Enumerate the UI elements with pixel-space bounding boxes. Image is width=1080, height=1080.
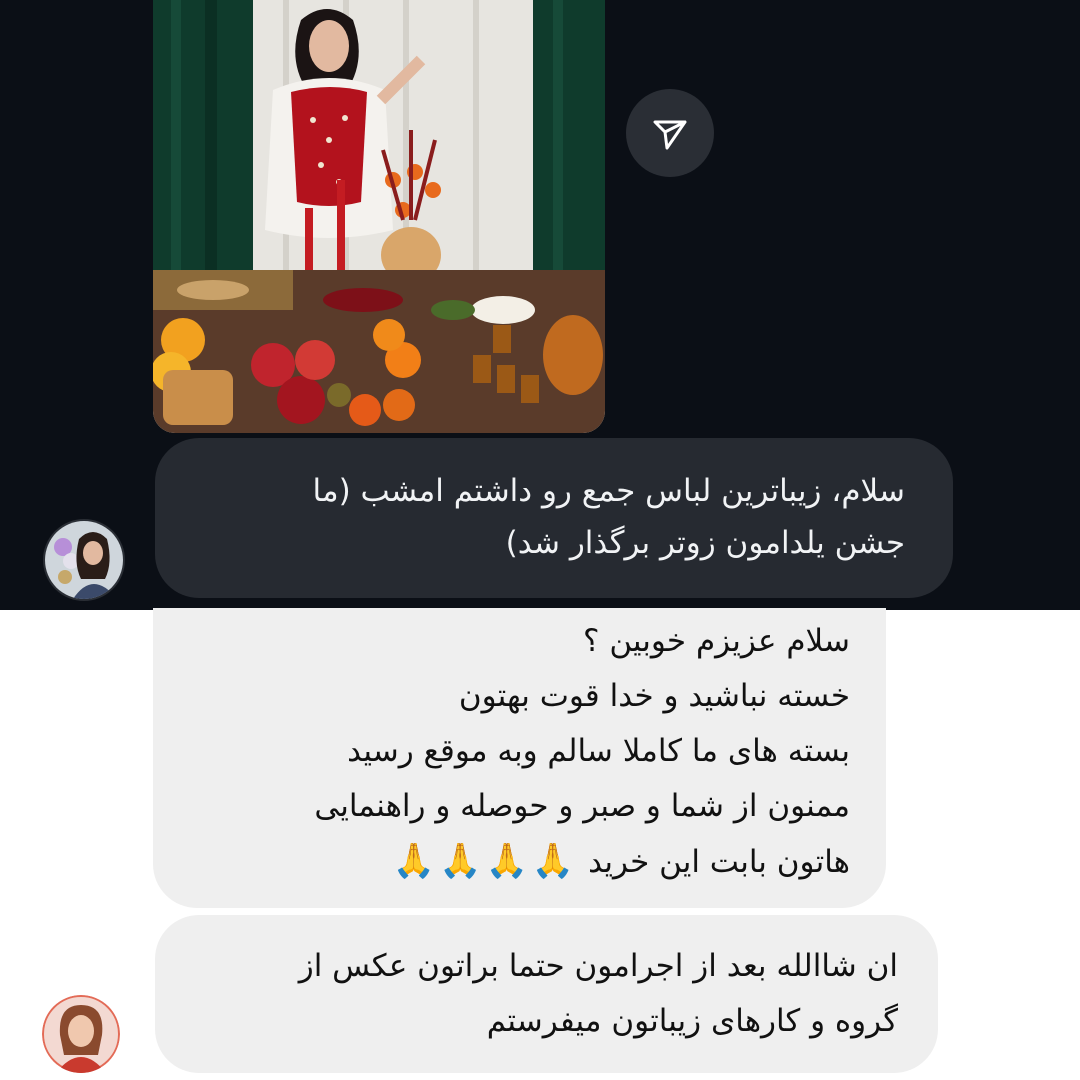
message-bubble[interactable]: سلام عزیزم خوبین ؟ خسته نباشید و خدا قوت… [153,608,886,908]
message-line: خسته نباشید و خدا قوت بهتون [458,678,850,714]
share-button[interactable] [626,89,714,177]
message-line: ممنون از شما و صبر و حوصله و راهنمایی [314,788,850,824]
message-line: ان شاالله بعد از اجرامون حتما براتون عکس… [298,948,898,984]
message-line: بسته های ما کاملا سالم وبه موقع رسید [347,733,850,769]
shared-photo[interactable] [153,0,605,433]
message-line: جشن یلدامون زوتر برگذار شد) [505,525,905,561]
message-line-text: هاتون بابت این خرید [588,844,850,880]
message-line: هاتون بابت این خرید 🙏🙏🙏🙏 [183,834,850,890]
avatar[interactable] [43,519,125,601]
paper-plane-icon [650,113,690,153]
message-bubble[interactable]: ان شاالله بعد از اجرامون حتما براتون عکس… [155,915,938,1073]
message-line: سلام، زیباترین لباس جمع رو داشتم امشب (م… [312,473,905,509]
avatar[interactable] [42,995,120,1073]
message-line: سلام عزیزم خوبین ؟ [583,623,850,659]
message-line: گروه و کارهای زیباتون میفرستم [486,1003,898,1039]
praying-hands-emoji: 🙏🙏🙏🙏 [392,841,579,881]
dark-chat-panel: سلام، زیباترین لباس جمع رو داشتم امشب (م… [0,0,1080,610]
message-bubble[interactable]: سلام، زیباترین لباس جمع رو داشتم امشب (م… [155,438,953,598]
